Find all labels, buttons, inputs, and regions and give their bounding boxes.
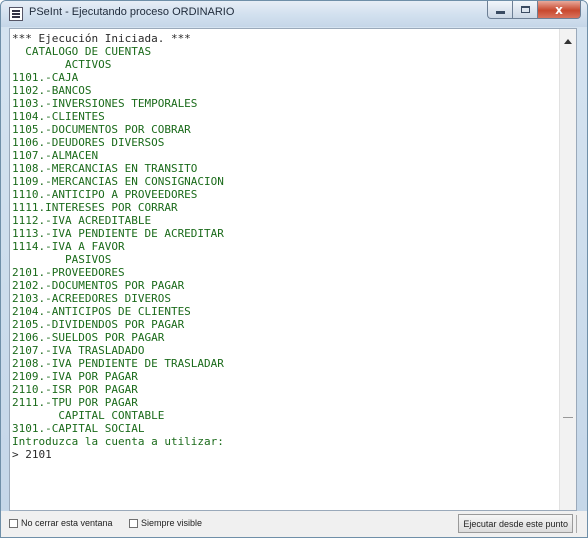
console-lines: *** Ejecución Iniciada. *** CATALOGO DE … <box>12 32 224 461</box>
scroll-thumb[interactable] <box>563 417 573 418</box>
keep-open-checkbox-box[interactable] <box>9 518 18 528</box>
console-line: 2111.-TPU POR PAGAR <box>12 396 138 409</box>
always-visible-checkbox[interactable]: Siempre visible <box>129 518 202 528</box>
bottom-toolbar: No cerrar esta ventana Siempre visible E… <box>1 511 587 537</box>
run-from-here-button[interactable]: Ejecutar desde este punto <box>458 514 573 533</box>
console-line: 2108.-IVA PENDIENTE DE TRASLADAR <box>12 357 224 370</box>
console-line: 1104.-CLIENTES <box>12 110 105 123</box>
console-line: 1106.-DEUDORES DIVERSOS <box>12 136 165 149</box>
pseint-execution-window: PSeInt - Ejecutando proceso ORDINARIO x … <box>0 0 588 538</box>
console-line: 1103.-INVERSIONES TEMPORALES <box>12 97 198 110</box>
console-line: 2101.-PROVEEDORES <box>12 266 125 279</box>
console-line: 2104.-ANTICIPOS DE CLIENTES <box>12 305 191 318</box>
console-line: 1101.-CAJA <box>12 71 79 84</box>
console-line: 2109.-IVA POR PAGAR <box>12 370 138 383</box>
maximize-button[interactable] <box>513 1 538 19</box>
run-from-here-label: Ejecutar desde este punto <box>463 518 568 529</box>
close-button[interactable]: x <box>538 1 581 19</box>
console-line: 1105.-DOCUMENTOS POR COBRAR <box>12 123 191 136</box>
console-line: 1113.-IVA PENDIENTE DE ACREDITAR <box>12 227 224 240</box>
console-output[interactable]: *** Ejecución Iniciada. *** CATALOGO DE … <box>9 28 577 511</box>
window-title: PSeInt - Ejecutando proceso ORDINARIO <box>29 6 235 18</box>
console-line: 2110.-ISR POR PAGAR <box>12 383 138 396</box>
console-line: 1102.-BANCOS <box>12 84 92 97</box>
minimize-button[interactable] <box>487 1 513 19</box>
always-visible-label: Siempre visible <box>141 518 203 528</box>
vertical-scrollbar[interactable] <box>559 29 576 510</box>
console-line: 1109.-MERCANCIAS EN CONSIGNACION <box>12 175 224 188</box>
console-line: 2106.-SUELDOS POR PAGAR <box>12 331 165 344</box>
console-line: 1112.-IVA ACREDITABLE <box>12 214 152 227</box>
console-input-line: > 2101 <box>12 448 52 461</box>
console-line: CAPITAL CONTABLE <box>12 409 165 422</box>
console-line: 1114.-IVA A FAVOR <box>12 240 125 253</box>
title-bar[interactable]: PSeInt - Ejecutando proceso ORDINARIO x <box>1 1 587 27</box>
caption-buttons: x <box>487 1 581 21</box>
console-line: CATALOGO DE CUENTAS <box>12 45 152 58</box>
console-line: Introduzca la cuenta a utilizar: <box>12 435 224 448</box>
minimize-icon <box>495 11 505 14</box>
keep-open-label: No cerrar esta ventana <box>21 518 113 528</box>
console-line: ACTIVOS <box>12 58 112 71</box>
resize-grip[interactable] <box>576 515 585 533</box>
always-visible-checkbox-box[interactable] <box>129 518 138 528</box>
console-line: 2103.-ACREEDORES DIVEROS <box>12 292 171 305</box>
console-line: 3101.-CAPITAL SOCIAL <box>12 422 145 435</box>
console-line: *** Ejecución Iniciada. *** <box>12 32 191 45</box>
console-line: 2105.-DIVIDENDOS POR PAGAR <box>12 318 185 331</box>
console-line: 1107.-ALMACEN <box>12 149 99 162</box>
console-line: 1111.INTERESES POR CORRAR <box>12 201 178 214</box>
app-icon <box>9 7 23 21</box>
console-line: PASIVOS <box>12 253 112 266</box>
keep-open-checkbox[interactable]: No cerrar esta ventana <box>9 518 113 528</box>
console-line: 1108.-MERCANCIAS EN TRANSITO <box>12 162 198 175</box>
console-line: 1110.-ANTICIPO A PROVEEDORES <box>12 188 198 201</box>
scroll-up-arrow-icon[interactable] <box>564 39 572 44</box>
maximize-icon <box>520 6 530 13</box>
console-line: 2107.-IVA TRASLADADO <box>12 344 145 357</box>
console-line: 2102.-DOCUMENTOS POR PAGAR <box>12 279 185 292</box>
close-icon: x <box>555 2 563 17</box>
